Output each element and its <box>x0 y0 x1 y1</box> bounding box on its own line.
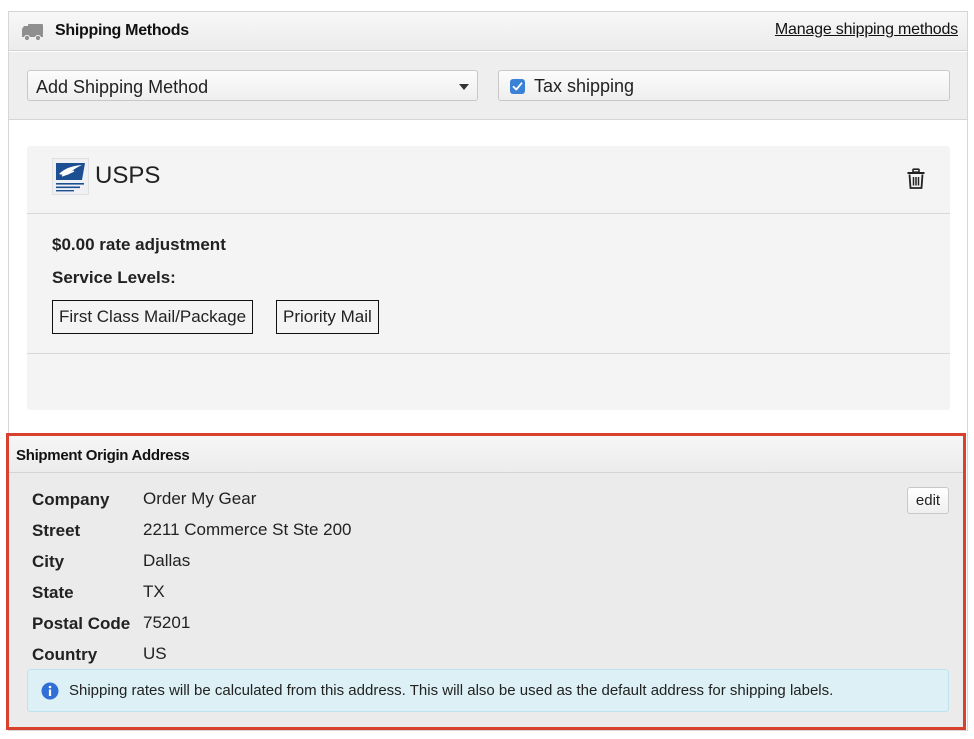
city-label: City <box>32 552 65 571</box>
postal-code-label: Postal Code <box>32 614 131 633</box>
info-icon <box>41 682 59 700</box>
info-alert: Shipping rates will be calculated from t… <box>27 669 949 712</box>
usps-eagle-logo <box>52 158 89 195</box>
add-shipping-method-select[interactable]: Add Shipping Method <box>27 70 478 101</box>
tax-shipping-checkbox[interactable] <box>510 79 525 94</box>
info-text: Shipping rates will be calculated from t… <box>69 682 834 699</box>
shipping-toolbar: Add Shipping Method Tax shipping <box>9 52 967 120</box>
usps-method-card: USPS $0.00 rate adjustment Service Level… <box>27 146 950 410</box>
panel-title: Shipping Methods <box>55 22 189 39</box>
country-label: Country <box>32 645 98 664</box>
rate-adjustment: $0.00 rate adjustment <box>52 235 226 254</box>
service-level-tag: First Class Mail/Package <box>52 300 254 334</box>
service-level-tag: Priority Mail <box>276 300 379 334</box>
state-value: TX <box>143 582 165 601</box>
postal-code-value: 75201 <box>143 613 191 632</box>
state-label: State <box>32 583 74 602</box>
chevron-down-icon <box>459 84 469 90</box>
panel-header: Shipping Methods Manage shipping methods <box>9 12 967 51</box>
tax-shipping-field[interactable]: Tax shipping <box>498 70 950 101</box>
truck-icon <box>22 23 44 42</box>
edit-address-button[interactable]: edit <box>907 487 949 514</box>
street-value: 2211 Commerce St Ste 200 <box>143 520 352 539</box>
add-shipping-method-value: Add Shipping Method <box>36 77 209 97</box>
method-card-header: USPS <box>27 146 950 214</box>
checkmark-icon <box>512 82 523 91</box>
origin-title: Shipment Origin Address <box>16 447 190 464</box>
company-value: Order My Gear <box>143 489 257 508</box>
card-divider <box>27 353 950 354</box>
carrier-name: USPS <box>95 162 161 189</box>
country-value: US <box>143 644 167 663</box>
service-levels-label: Service Levels: <box>52 268 176 287</box>
company-label: Company <box>32 490 110 509</box>
street-label: Street <box>32 521 81 540</box>
trash-icon[interactable] <box>906 168 926 190</box>
city-value: Dallas <box>143 551 191 570</box>
manage-shipping-methods-link[interactable]: Manage shipping methods <box>775 21 958 39</box>
shipment-origin-address-section: Shipment Origin Address Company Order My… <box>6 433 966 730</box>
origin-header: Shipment Origin Address <box>9 436 963 473</box>
tax-shipping-label: Tax shipping <box>534 76 635 96</box>
